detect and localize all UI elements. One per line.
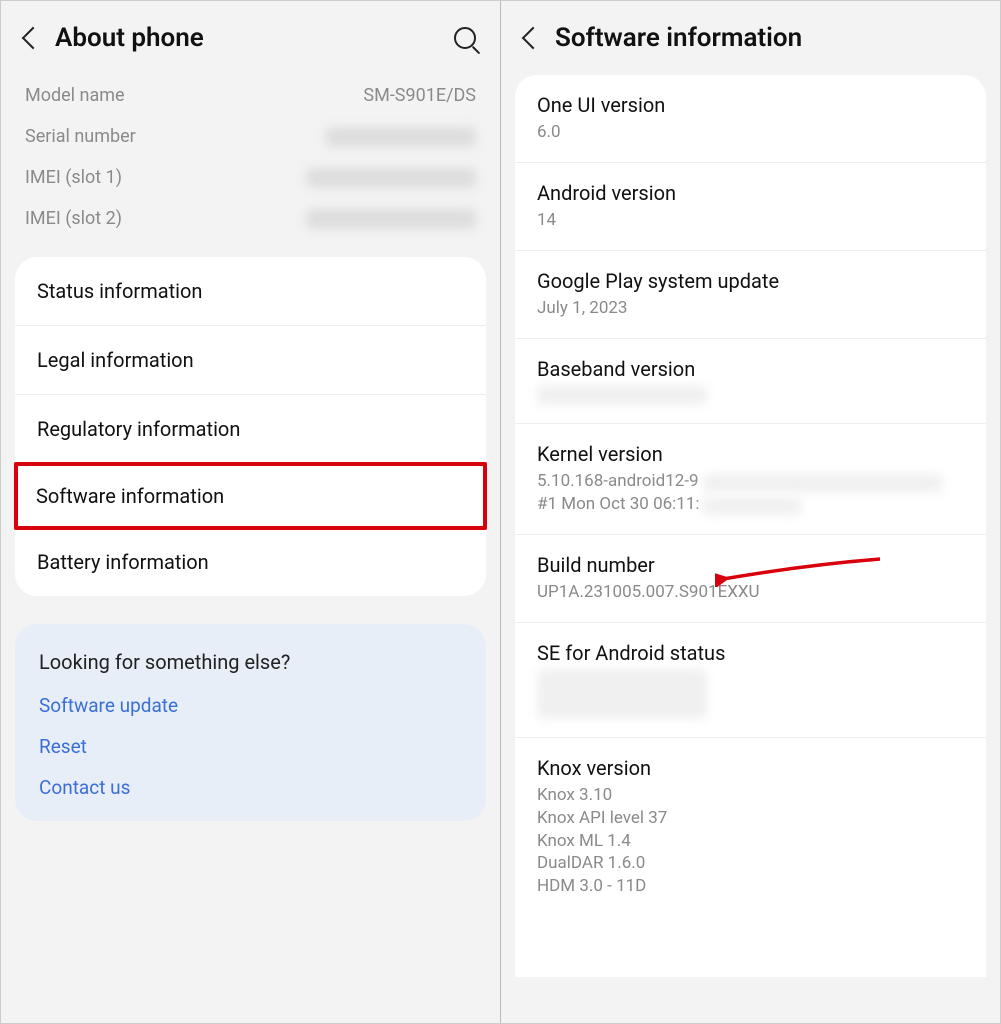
imei2-label: IMEI (slot 2) <box>25 208 122 229</box>
header: About phone <box>1 1 500 75</box>
kernel-line1: 5.10.168-android12-9 <box>537 471 699 491</box>
legal-information-item[interactable]: Legal information <box>15 326 486 395</box>
software-update-link[interactable]: Software update <box>39 694 462 717</box>
kernel-version-item[interactable]: Kernel version 5.10.168-android12-9 #1 M… <box>515 424 986 535</box>
serial-row: Serial number <box>25 116 476 157</box>
software-information-item[interactable]: Software information <box>14 462 487 530</box>
one-ui-value: 6.0 <box>537 121 964 144</box>
model-value: SM-S901E/DS <box>363 85 476 106</box>
serial-value-blurred <box>326 127 476 147</box>
knox-line-4: HDM 3.0 - 11D <box>537 875 964 898</box>
imei1-row: IMEI (slot 1) <box>25 157 476 198</box>
kernel-value: 5.10.168-android12-9 #1 Mon Oct 30 06:11… <box>537 470 964 516</box>
baseband-label: Baseband version <box>537 357 964 381</box>
knox-line-0: Knox 3.10 <box>537 784 964 807</box>
software-information-screen: Software information One UI version 6.0 … <box>501 1 1000 1023</box>
android-version-item[interactable]: Android version 14 <box>515 163 986 251</box>
model-label: Model name <box>25 85 125 106</box>
se-label: SE for Android status <box>537 641 964 665</box>
knox-label: Knox version <box>537 756 964 780</box>
se-android-status-item[interactable]: SE for Android status <box>515 623 986 738</box>
play-label: Google Play system update <box>537 269 964 293</box>
reset-link[interactable]: Reset <box>39 735 462 758</box>
info-links-card: Status information Legal information Reg… <box>15 257 486 596</box>
kernel-blur1 <box>703 474 943 492</box>
looking-for-card: Looking for something else? Software upd… <box>15 624 486 821</box>
build-label: Build number <box>537 553 964 577</box>
knox-values: Knox 3.10 Knox API level 37 Knox ML 1.4 … <box>537 784 964 899</box>
page-title: Software information <box>555 23 980 53</box>
contact-us-link[interactable]: Contact us <box>39 776 462 799</box>
android-label: Android version <box>537 181 964 205</box>
about-phone-screen: About phone Model name SM-S901E/DS Seria… <box>1 1 501 1023</box>
build-value: UP1A.231005.007.S901EXXU <box>537 581 964 604</box>
model-row: Model name SM-S901E/DS <box>25 75 476 116</box>
kernel-line2: #1 Mon Oct 30 06:11: <box>537 494 700 514</box>
header: Software information <box>501 1 1000 75</box>
se-value-blurred <box>537 669 707 719</box>
play-value: July 1, 2023 <box>537 297 964 320</box>
imei2-value-blurred <box>306 209 476 229</box>
battery-information-item[interactable]: Battery information <box>15 528 486 596</box>
regulatory-information-item[interactable]: Regulatory information <box>15 395 486 464</box>
serial-label: Serial number <box>25 126 136 147</box>
knox-line-2: Knox ML 1.4 <box>537 830 964 853</box>
build-number-item[interactable]: Build number UP1A.231005.007.S901EXXU <box>515 535 986 623</box>
looking-for-title: Looking for something else? <box>39 650 462 674</box>
back-icon[interactable] <box>22 27 45 50</box>
software-info-card: One UI version 6.0 Android version 14 Go… <box>515 75 986 977</box>
kernel-label: Kernel version <box>537 442 964 466</box>
baseband-value-blurred <box>537 385 707 405</box>
knox-line-1: Knox API level 37 <box>537 807 964 830</box>
search-icon[interactable] <box>454 27 476 49</box>
android-value: 14 <box>537 209 964 232</box>
baseband-version-item[interactable]: Baseband version <box>515 339 986 424</box>
back-icon[interactable] <box>522 27 545 50</box>
play-system-update-item[interactable]: Google Play system update July 1, 2023 <box>515 251 986 339</box>
device-info-section: Model name SM-S901E/DS Serial number IME… <box>1 75 500 257</box>
status-information-item[interactable]: Status information <box>15 257 486 326</box>
knox-line-3: DualDAR 1.6.0 <box>537 852 964 875</box>
kernel-blur2 <box>702 497 802 515</box>
imei2-row: IMEI (slot 2) <box>25 198 476 239</box>
imei1-label: IMEI (slot 1) <box>25 167 122 188</box>
one-ui-label: One UI version <box>537 93 964 117</box>
knox-version-item[interactable]: Knox version Knox 3.10 Knox API level 37… <box>515 738 986 917</box>
one-ui-version-item[interactable]: One UI version 6.0 <box>515 75 986 163</box>
imei1-value-blurred <box>306 168 476 188</box>
page-title: About phone <box>55 23 440 53</box>
